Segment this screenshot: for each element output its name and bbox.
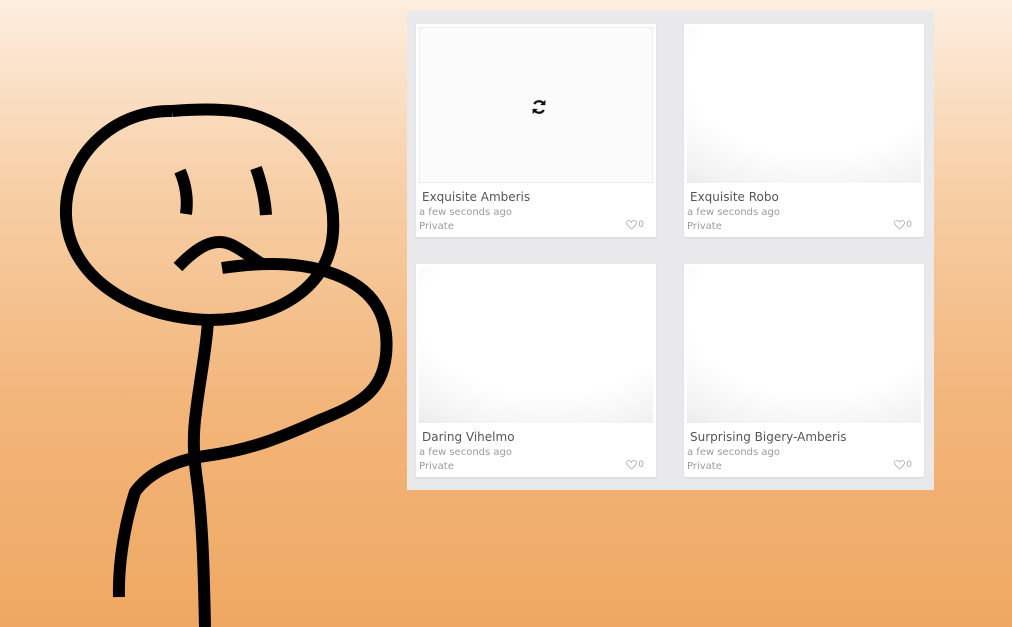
like-button[interactable]: 0 [894,220,912,230]
stick-figure-illustration [59,103,393,627]
card-timestamp: a few seconds ago [419,447,512,458]
gallery-card[interactable]: Surprising Bigery-Amberis a few seconds … [684,264,924,477]
card-title[interactable]: Daring Vihelmo [422,430,515,444]
card-thumbnail[interactable] [687,267,921,423]
heart-icon [894,460,906,470]
gallery-card[interactable]: Daring Vihelmo a few seconds ago Private… [416,264,656,477]
heart-icon [894,220,906,230]
card-privacy-label: Private [687,221,722,232]
card-timestamp: a few seconds ago [687,447,780,458]
card-title[interactable]: Surprising Bigery-Amberis [690,430,847,444]
gallery-card[interactable]: Exquisite Amberis a few seconds ago Priv… [416,24,656,237]
card-privacy-label: Private [419,221,454,232]
refresh-icon [532,99,546,115]
card-privacy-label: Private [687,461,722,472]
card-title[interactable]: Exquisite Amberis [422,190,530,204]
card-privacy-label: Private [419,461,454,472]
gallery-panel: Exquisite Amberis a few seconds ago Priv… [407,11,934,490]
card-thumbnail[interactable] [419,267,653,423]
card-timestamp: a few seconds ago [419,207,512,218]
like-button[interactable]: 0 [894,460,912,470]
like-button[interactable]: 0 [626,220,644,230]
like-button[interactable]: 0 [626,460,644,470]
card-timestamp: a few seconds ago [687,207,780,218]
heart-icon [626,460,638,470]
heart-icon [626,220,638,230]
card-thumbnail[interactable] [419,27,653,183]
gallery-card[interactable]: Exquisite Robo a few seconds ago Private… [684,24,924,237]
card-thumbnail[interactable] [687,27,921,183]
like-count: 0 [906,220,912,230]
like-count: 0 [638,220,644,230]
like-count: 0 [906,460,912,470]
like-count: 0 [638,460,644,470]
card-title[interactable]: Exquisite Robo [690,190,779,204]
